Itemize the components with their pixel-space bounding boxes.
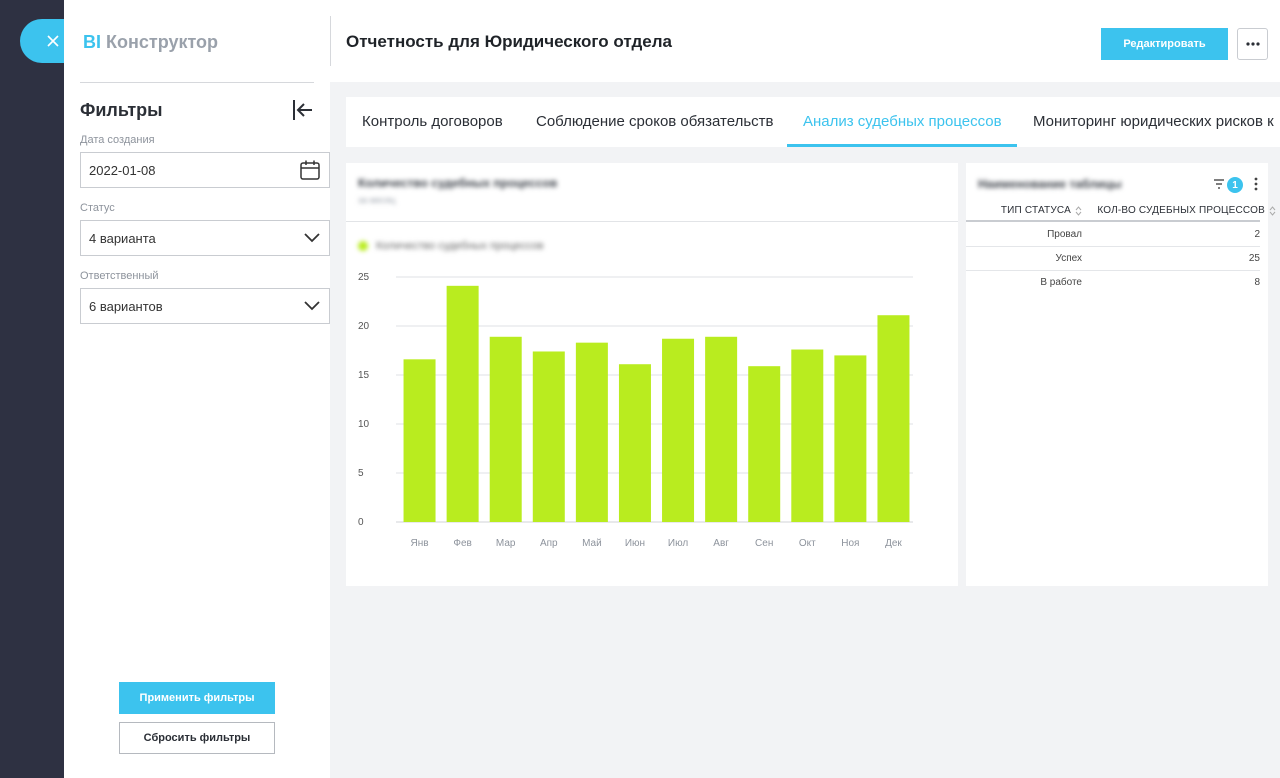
close-icon (47, 35, 59, 47)
y-tick-label: 25 (358, 272, 370, 283)
sort-icon (1075, 205, 1082, 216)
x-tick-label: Сен (755, 538, 773, 549)
y-tick-label: 20 (358, 321, 370, 332)
collapse-sidebar-icon[interactable] (290, 98, 314, 122)
bar (662, 338, 695, 522)
status-cell: Успех (1055, 253, 1082, 264)
table-widget: Наименование таблицы 1 ТИП СТАТУСА КОЛ-В… (966, 163, 1276, 586)
tab-risks[interactable]: Мониторинг юридических рисков к (1033, 97, 1274, 147)
sort-icon (1269, 205, 1276, 216)
reset-filters-button[interactable]: Сбросить фильтры (119, 722, 275, 754)
table-row: Провал 2 (966, 223, 1260, 247)
x-tick-label: Ноя (841, 538, 859, 549)
bar (446, 285, 479, 522)
report-tabs: Контроль договоров Соблюдение сроков обя… (346, 97, 1280, 147)
x-tick-label: Май (582, 538, 602, 549)
date-field[interactable]: 2022-01-08 (80, 152, 330, 188)
bar (618, 364, 651, 522)
bar (748, 366, 781, 522)
count-cell: 2 (1254, 229, 1260, 240)
column-header-status[interactable]: ТИП СТАТУСА (1001, 205, 1082, 216)
calendar-icon[interactable] (299, 159, 321, 181)
x-tick-label: Июл (668, 538, 688, 549)
tab-obligations[interactable]: Соблюдение сроков обязательств (536, 97, 774, 147)
responsible-select[interactable]: 6 вариантов (80, 288, 330, 324)
divider (330, 16, 331, 66)
status-select[interactable]: 4 варианта (80, 220, 330, 256)
table-title: Наименование таблицы (978, 177, 1122, 191)
close-panel-button[interactable] (20, 19, 86, 63)
bar (489, 336, 522, 522)
bar (403, 359, 436, 522)
x-tick-label: Мар (496, 538, 516, 549)
more-options-button[interactable] (1237, 28, 1268, 60)
x-tick-label: Фев (453, 538, 471, 549)
x-tick-label: Авг (713, 538, 729, 549)
count-cell: 8 (1254, 277, 1260, 288)
app-rail (0, 0, 64, 778)
edit-button[interactable]: Редактировать (1101, 28, 1228, 60)
filters-sidebar: BI Конструктор Фильтры Дата создания 202… (64, 0, 330, 778)
page-header: Отчетность для Юридического отдела Редак… (330, 0, 1280, 82)
bar-chart: 0 5 10 15 20 25 Янв Фев Мар Апр Май Июн Июл Авг Сен Окт… (358, 272, 913, 549)
count-cell: 25 (1248, 253, 1260, 264)
date-value: 2022-01-08 (89, 162, 156, 178)
bar (532, 351, 565, 522)
bar (834, 355, 867, 522)
status-label: Статус (80, 202, 115, 214)
y-tick-label: 0 (358, 517, 364, 528)
more-vertical-icon[interactable] (1253, 177, 1259, 191)
table-row: Успех 25 (966, 247, 1260, 271)
filter-icon[interactable] (1213, 178, 1225, 190)
x-tick-label: Дек (885, 538, 902, 549)
chart-widget: Количество судебных процессов за месяц К… (346, 163, 958, 586)
chevron-down-icon (304, 233, 320, 243)
x-tick-label: Июн (625, 538, 645, 549)
more-horizontal-icon (1245, 42, 1260, 46)
filters-title: Фильтры (80, 100, 163, 120)
filter-count-badge: 1 (1227, 177, 1243, 193)
apply-filters-button[interactable]: Применить фильтры (119, 682, 275, 714)
status-cell: Провал (1047, 229, 1082, 240)
responsible-value: 6 вариантов (89, 298, 163, 314)
x-tick-label: Окт (799, 538, 816, 549)
column-header-count[interactable]: КОЛ-ВО СУДЕБНЫХ ПРОЦЕССОВ (1097, 205, 1276, 216)
status-cell: В работе (1040, 277, 1082, 288)
bar (877, 315, 910, 522)
page-title: Отчетность для Юридического отдела (346, 32, 672, 51)
status-value: 4 варианта (89, 230, 156, 246)
y-tick-label: 15 (358, 370, 370, 381)
y-tick-label: 5 (358, 468, 364, 479)
bar (791, 349, 824, 522)
chevron-down-icon (304, 301, 320, 311)
x-tick-label: Янв (411, 538, 429, 549)
bar (575, 342, 608, 522)
tab-contracts[interactable]: Контроль договоров (362, 97, 503, 147)
y-tick-label: 10 (358, 419, 370, 430)
tab-litigation[interactable]: Анализ судебных процессов (803, 97, 1002, 147)
responsible-label: Ответственный (80, 270, 159, 282)
active-tab-indicator (787, 144, 1017, 147)
table-row: В работе 8 (966, 271, 1260, 295)
bar (705, 336, 738, 522)
date-label: Дата создания (80, 134, 155, 146)
divider (80, 82, 314, 83)
table-header-divider (966, 220, 1260, 222)
x-tick-label: Апр (540, 538, 558, 549)
brand-logo: BI Конструктор (83, 32, 219, 52)
